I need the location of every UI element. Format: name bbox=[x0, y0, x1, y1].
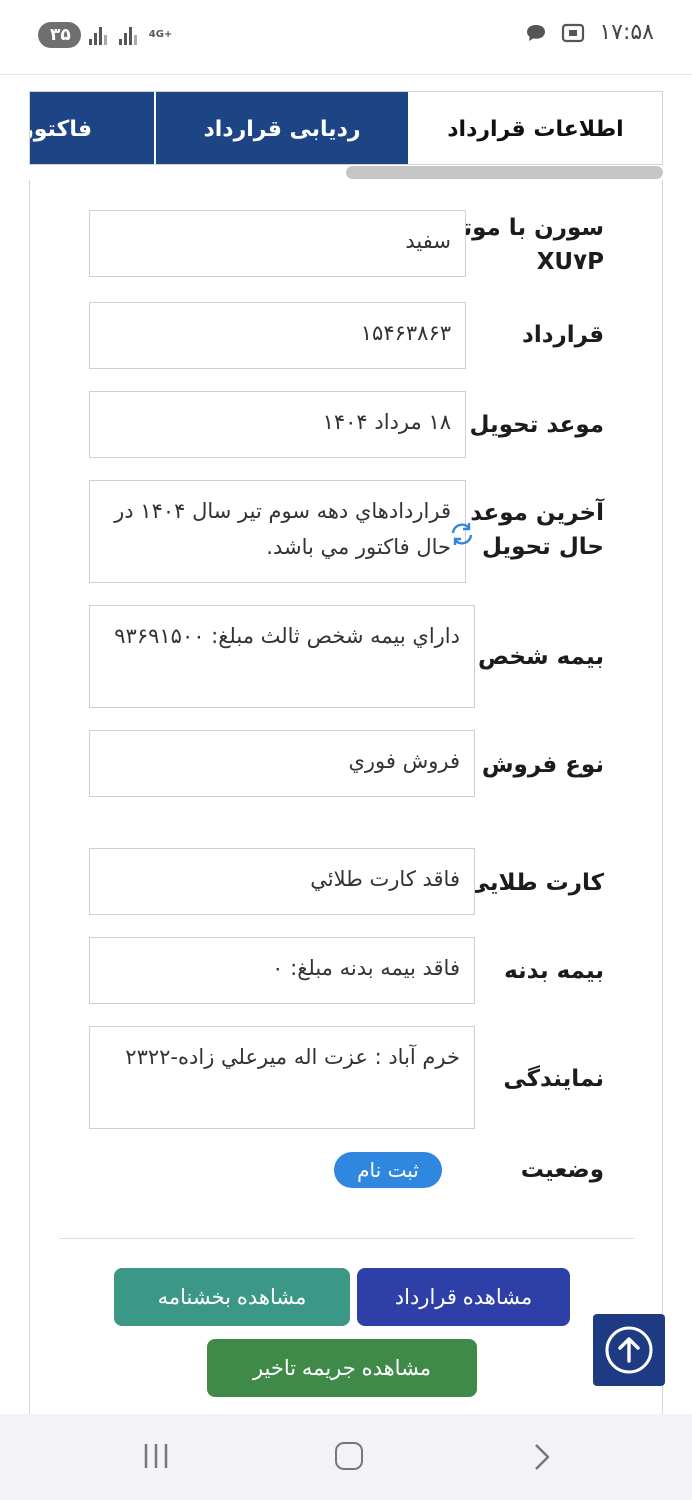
tab-separator bbox=[154, 92, 156, 164]
tab-scrollbar[interactable] bbox=[346, 166, 663, 179]
divider bbox=[59, 1238, 634, 1239]
signal-icon bbox=[88, 25, 111, 45]
golden-card-field: فاقد کارت طلائي bbox=[89, 848, 475, 915]
status-bar: ۳۵ 4G+ ۱۷:۵۸ bbox=[0, 0, 692, 72]
third-party-field: داراي بيمه شخص ثالث مبلغ: ۹۳۶۹۱۵۰۰ bbox=[89, 605, 475, 708]
battery-indicator: ۳۵ bbox=[38, 22, 81, 48]
network-type: 4G+ bbox=[148, 29, 173, 40]
car-model-field: سفید bbox=[89, 210, 466, 277]
scroll-to-top-button[interactable] bbox=[593, 1314, 665, 1386]
sale-type-field: فروش فوري bbox=[89, 730, 475, 797]
view-contract-button[interactable]: مشاهده قرارداد bbox=[357, 1268, 570, 1326]
body-insurance-field: فاقد بيمه بدنه مبلغ: ۰ bbox=[89, 937, 475, 1004]
screenshot-icon bbox=[562, 23, 585, 42]
status-label: وضعیت bbox=[520, 1157, 604, 1183]
arrow-up-icon bbox=[605, 1326, 653, 1374]
clock: ۱۷:۵۸ bbox=[599, 20, 654, 45]
last-delivery-field: قراردادهاي دهه سوم تير سال ۱۴۰۴ در حال ف… bbox=[89, 480, 466, 583]
refresh-icon[interactable] bbox=[448, 520, 476, 548]
chat-icon bbox=[527, 24, 546, 41]
tab-bar: اطلاعات قرارداد ردیابی قرارداد فاکتور bbox=[29, 91, 663, 165]
status-divider bbox=[0, 74, 692, 75]
status-badge: ثبت نام bbox=[334, 1152, 442, 1188]
back-icon[interactable] bbox=[532, 1442, 552, 1472]
tab-contract-tracking[interactable]: ردیابی قرارداد bbox=[156, 92, 408, 164]
tab-contract-info[interactable]: اطلاعات قرارداد bbox=[409, 92, 662, 164]
delivery-date-field: ۱۸ مرداد ۱۴۰۴ bbox=[89, 391, 466, 458]
signal-icon-2 bbox=[118, 25, 141, 45]
view-penalty-button[interactable]: مشاهده جریمه تاخیر bbox=[207, 1339, 477, 1397]
tab-invoice[interactable]: فاکتور bbox=[30, 92, 154, 164]
dealer-field: خرم آباد : عزت اله ميرعلي زاده-۲۳۲۲ bbox=[89, 1026, 475, 1129]
home-icon[interactable] bbox=[335, 1442, 363, 1470]
contract-field: ۱۵۴۶۳۸۶۳ bbox=[89, 302, 466, 369]
contract-details-card: سورن با موتور XU۷P سفید قرارداد ۱۵۴۶۳۸۶۳… bbox=[29, 180, 663, 1420]
view-circular-button[interactable]: مشاهده بخشنامه bbox=[114, 1268, 350, 1326]
recents-icon[interactable] bbox=[143, 1442, 169, 1470]
